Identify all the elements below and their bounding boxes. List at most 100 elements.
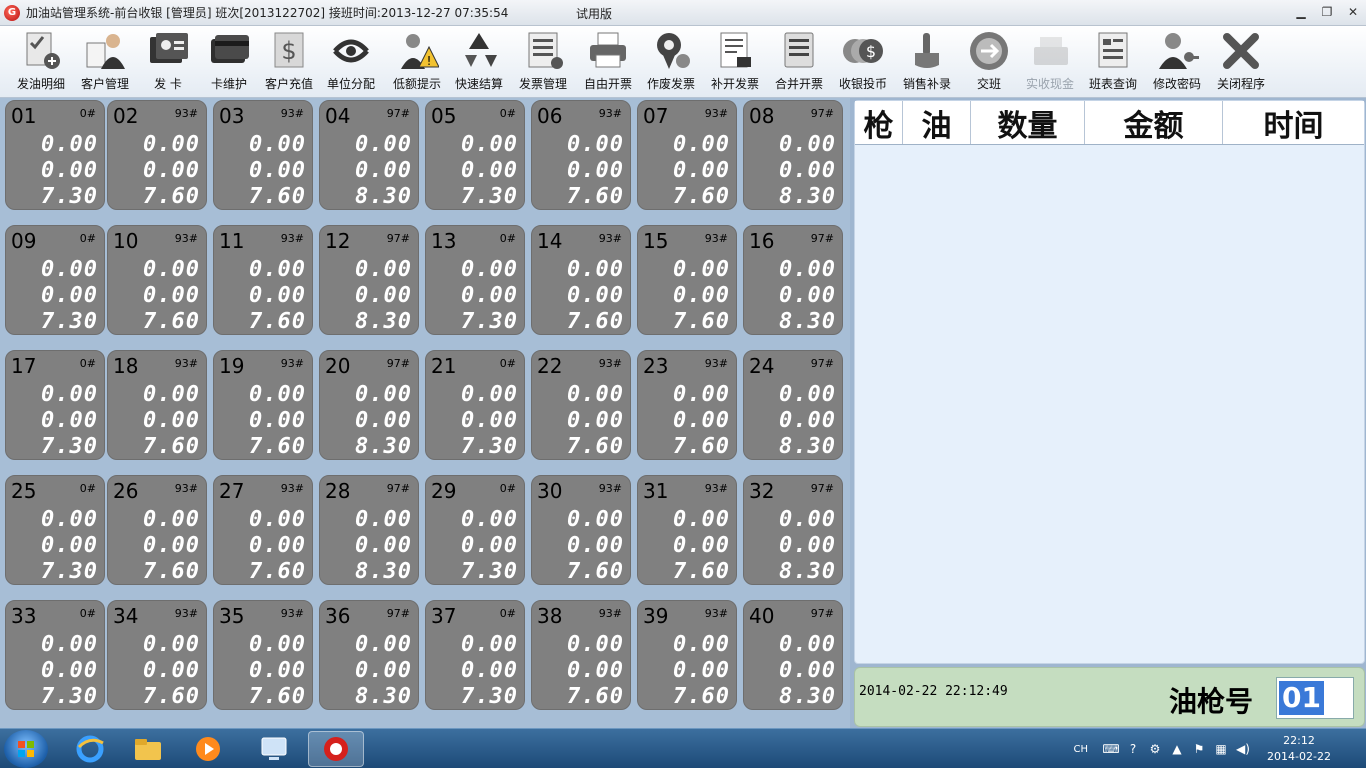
pump-tile[interactable]: 17 0# 0.00 0.00 7.30 <box>5 350 105 460</box>
toolbar-button-19[interactable]: 修改密码 <box>1146 28 1208 96</box>
show-hidden-icons[interactable]: ▲ <box>1168 742 1186 756</box>
col-quantity[interactable]: 数量 <box>971 101 1085 144</box>
gun-number-input[interactable]: 01 <box>1276 677 1354 719</box>
taskbar-media[interactable] <box>180 731 236 767</box>
pump-tile[interactable]: 37 0# 0.00 0.00 7.30 <box>425 600 525 710</box>
network-icon[interactable]: ▦ <box>1212 742 1230 756</box>
pump-tile[interactable]: 02 93# 0.00 0.00 7.60 <box>107 100 207 210</box>
pump-tile[interactable]: 35 93# 0.00 0.00 7.60 <box>213 600 313 710</box>
pump-tile[interactable]: 36 97# 0.00 0.00 8.30 <box>319 600 419 710</box>
pump-tile[interactable]: 09 0# 0.00 0.00 7.30 <box>5 225 105 335</box>
toolbar-button-14[interactable]: $ 收银投币 <box>832 28 894 96</box>
col-time[interactable]: 时间 <box>1223 101 1364 144</box>
pump-tile[interactable]: 40 97# 0.00 0.00 8.30 <box>743 600 843 710</box>
col-gun[interactable]: 枪 <box>855 101 903 144</box>
toolbar-button-11[interactable]: 作废发票 <box>640 28 702 96</box>
pump-tile[interactable]: 26 93# 0.00 0.00 7.60 <box>107 475 207 585</box>
oil-grade: 0# <box>79 232 96 245</box>
toolbar-button-label: 自由开票 <box>583 77 632 91</box>
receipt-icon <box>712 28 758 72</box>
pump-unit-price: 7.60 <box>143 684 200 709</box>
toolbar-button-13[interactable]: 合并开票 <box>768 28 830 96</box>
oil-grade: 93# <box>704 607 728 620</box>
pump-amount: 0.00 <box>249 283 306 308</box>
pump-tile[interactable]: 25 0# 0.00 0.00 7.30 <box>5 475 105 585</box>
settings-icon[interactable]: ⚙ <box>1146 742 1164 756</box>
pump-tile[interactable]: 05 0# 0.00 0.00 7.30 <box>425 100 525 210</box>
pump-tile[interactable]: 15 93# 0.00 0.00 7.60 <box>637 225 737 335</box>
col-oil[interactable]: 油 <box>903 101 971 144</box>
pump-tile[interactable]: 27 93# 0.00 0.00 7.60 <box>213 475 313 585</box>
pump-tile[interactable]: 32 97# 0.00 0.00 8.30 <box>743 475 843 585</box>
toolbar-button-7[interactable]: ! 低额提示 <box>386 28 448 96</box>
toolbar-button-6[interactable]: 单位分配 <box>320 28 382 96</box>
pump-volume: 0.00 <box>461 257 518 282</box>
pump-amount: 0.00 <box>673 283 730 308</box>
taskbar-ie[interactable] <box>62 731 118 767</box>
pump-tile[interactable]: 01 0# 0.00 0.00 7.30 <box>5 100 105 210</box>
pump-amount: 0.00 <box>355 658 412 683</box>
pump-tile[interactable]: 14 93# 0.00 0.00 7.60 <box>531 225 631 335</box>
maximize-button[interactable]: ❐ <box>1314 0 1340 24</box>
pump-tile[interactable]: 33 0# 0.00 0.00 7.30 <box>5 600 105 710</box>
pump-tile[interactable]: 24 97# 0.00 0.00 8.30 <box>743 350 843 460</box>
flag-icon[interactable]: ⚑ <box>1190 742 1208 756</box>
toolbar-button-1[interactable]: 发油明细 <box>10 28 72 96</box>
toolbar-button-9[interactable]: 发票管理 <box>512 28 574 96</box>
pump-number: 38 <box>537 604 563 628</box>
taskbar-remote[interactable] <box>246 731 302 767</box>
language-indicator[interactable]: CH <box>1073 744 1088 755</box>
toolbar-button-4[interactable]: 卡维护 <box>198 28 260 96</box>
pump-tile[interactable]: 06 93# 0.00 0.00 7.60 <box>531 100 631 210</box>
pump-volume: 0.00 <box>673 507 730 532</box>
svg-text:!: ! <box>427 54 432 68</box>
pump-tile[interactable]: 21 0# 0.00 0.00 7.30 <box>425 350 525 460</box>
toolbar-button-2[interactable]: 客户管理 <box>74 28 136 96</box>
pump-tile[interactable]: 10 93# 0.00 0.00 7.60 <box>107 225 207 335</box>
pump-tile[interactable]: 18 93# 0.00 0.00 7.60 <box>107 350 207 460</box>
minimize-button[interactable]: ▁ <box>1288 0 1314 24</box>
pump-tile[interactable]: 39 93# 0.00 0.00 7.60 <box>637 600 737 710</box>
help-icon[interactable]: ? <box>1124 742 1142 756</box>
toolbar-button-20[interactable]: 关闭程序 <box>1210 28 1272 96</box>
pump-tile[interactable]: 13 0# 0.00 0.00 7.30 <box>425 225 525 335</box>
pump-tile[interactable]: 38 93# 0.00 0.00 7.60 <box>531 600 631 710</box>
toolbar-button-16[interactable]: 交班 <box>958 28 1020 96</box>
taskbar-gas-app[interactable] <box>308 731 364 767</box>
taskbar-explorer[interactable] <box>120 731 176 767</box>
toolbar-button-10[interactable]: 自由开票 <box>577 28 639 96</box>
toolbar-button-15[interactable]: 销售补录 <box>896 28 958 96</box>
pump-tile[interactable]: 03 93# 0.00 0.00 7.60 <box>213 100 313 210</box>
pump-tile[interactable]: 29 0# 0.00 0.00 7.30 <box>425 475 525 585</box>
pump-number: 05 <box>431 104 457 128</box>
pump-tile[interactable]: 16 97# 0.00 0.00 8.30 <box>743 225 843 335</box>
toolbar-button-3[interactable]: 发 卡 <box>137 28 199 96</box>
pump-tile[interactable]: 12 97# 0.00 0.00 8.30 <box>319 225 419 335</box>
pump-tile[interactable]: 22 93# 0.00 0.00 7.60 <box>531 350 631 460</box>
pump-tile[interactable]: 31 93# 0.00 0.00 7.60 <box>637 475 737 585</box>
pump-amount: 0.00 <box>567 658 624 683</box>
pump-number: 32 <box>749 479 775 503</box>
start-button[interactable] <box>4 730 48 768</box>
pump-tile[interactable]: 34 93# 0.00 0.00 7.60 <box>107 600 207 710</box>
toolbar-button-18[interactable]: 班表查询 <box>1082 28 1144 96</box>
pump-volume: 0.00 <box>41 132 98 157</box>
volume-icon[interactable]: ◀) <box>1234 742 1252 756</box>
pump-tile[interactable]: 19 93# 0.00 0.00 7.60 <box>213 350 313 460</box>
pump-tile[interactable]: 07 93# 0.00 0.00 7.60 <box>637 100 737 210</box>
pump-tile[interactable]: 28 97# 0.00 0.00 8.30 <box>319 475 419 585</box>
toolbar-button-5[interactable]: $ 客户充值 <box>258 28 320 96</box>
toolbar-button-8[interactable]: 快速结算 <box>448 28 510 96</box>
pump-tile[interactable]: 08 97# 0.00 0.00 8.30 <box>743 100 843 210</box>
pump-tile[interactable]: 23 93# 0.00 0.00 7.60 <box>637 350 737 460</box>
pump-tile[interactable]: 30 93# 0.00 0.00 7.60 <box>531 475 631 585</box>
toolbar-button-12[interactable]: 补开发票 <box>704 28 766 96</box>
pump-tile[interactable]: 04 97# 0.00 0.00 8.30 <box>319 100 419 210</box>
internet-explorer-icon <box>76 735 104 763</box>
pump-tile[interactable]: 20 97# 0.00 0.00 8.30 <box>319 350 419 460</box>
keyboard-icon[interactable]: ⌨ <box>1102 742 1120 756</box>
close-button[interactable]: ✕ <box>1340 0 1366 24</box>
pump-tile[interactable]: 11 93# 0.00 0.00 7.60 <box>213 225 313 335</box>
tray-clock[interactable]: 22:12 2014-02-22 <box>1262 733 1336 765</box>
col-amount[interactable]: 金额 <box>1085 101 1223 144</box>
